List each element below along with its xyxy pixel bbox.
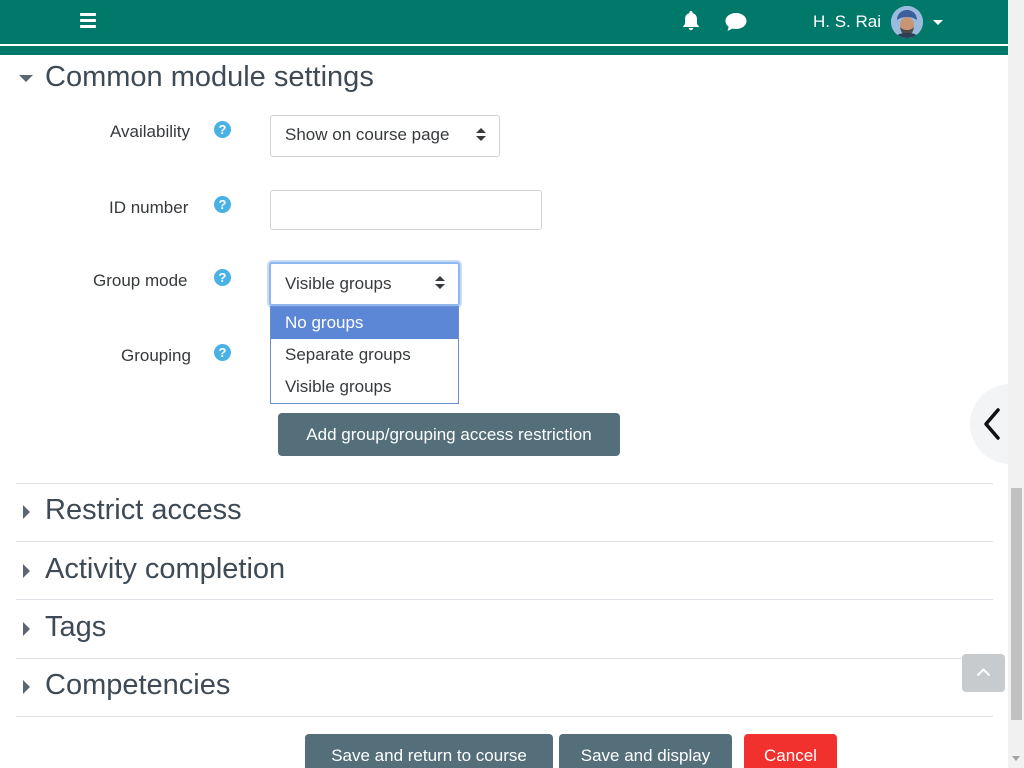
dropdown-option-separate-groups[interactable]: Separate groups: [271, 339, 458, 371]
save-and-display-button[interactable]: Save and display: [559, 734, 732, 768]
scroll-down-arrow-icon[interactable]: [1012, 756, 1020, 761]
bell-icon[interactable]: [679, 9, 703, 33]
top-navbar: H. S. Rai: [0, 0, 1008, 44]
scrollbar-thumb[interactable]: [1011, 488, 1022, 720]
id-number-input[interactable]: [270, 190, 542, 230]
help-icon[interactable]: ?: [214, 196, 231, 213]
section-divider: [16, 541, 993, 542]
avatar[interactable]: [891, 6, 924, 38]
section-collapsed-caret-icon[interactable]: [23, 505, 30, 519]
section-expanded-caret-icon[interactable]: [19, 75, 33, 82]
chevron-left-icon: [984, 408, 1000, 440]
dropdown-option-no-groups[interactable]: No groups: [271, 307, 458, 339]
section-collapsed-caret-icon[interactable]: [23, 680, 30, 694]
section-title-competencies[interactable]: Competencies: [45, 669, 230, 702]
select-arrows-icon: [435, 276, 445, 290]
group-mode-select[interactable]: Visible groups: [269, 262, 460, 306]
caret-down-icon[interactable]: [933, 19, 944, 25]
group-mode-dropdown-list: No groups Separate groups Visible groups: [270, 306, 459, 404]
help-icon[interactable]: ?: [214, 269, 231, 286]
section-divider: [16, 483, 993, 484]
select-arrows-icon: [476, 128, 486, 142]
dropdown-option-visible-groups[interactable]: Visible groups: [271, 371, 458, 403]
section-title-restrict-access[interactable]: Restrict access: [45, 494, 242, 527]
chevron-up-icon: [977, 668, 990, 676]
group-mode-select-value: Visible groups: [285, 274, 392, 293]
add-group-restriction-button[interactable]: Add group/grouping access restriction: [278, 413, 620, 456]
user-name[interactable]: H. S. Rai: [813, 12, 881, 32]
help-icon[interactable]: ?: [214, 344, 231, 361]
availability-label: Availability: [110, 122, 191, 141]
cancel-button[interactable]: Cancel: [744, 734, 837, 768]
group-mode-label: Group mode: [93, 271, 188, 290]
availability-select-value: Show on course page: [285, 125, 450, 144]
section-collapsed-caret-icon[interactable]: [23, 564, 30, 578]
section-title-activity-completion[interactable]: Activity completion: [45, 553, 285, 586]
user-menu[interactable]: H. S. Rai: [806, 6, 944, 38]
section-title-tags[interactable]: Tags: [45, 611, 106, 644]
hamburger-icon[interactable]: [78, 10, 100, 32]
back-to-top-button[interactable]: [962, 654, 1005, 692]
availability-select[interactable]: Show on course page: [270, 115, 500, 157]
section-title-common-module-settings[interactable]: Common module settings: [45, 61, 374, 94]
id-number-label: ID number: [109, 198, 189, 217]
section-divider: [16, 658, 993, 659]
save-and-return-button[interactable]: Save and return to course: [305, 734, 553, 768]
chat-bubble-icon[interactable]: [723, 10, 749, 34]
grouping-label: Grouping: [121, 346, 191, 365]
navbar-stripe: [0, 46, 1008, 55]
section-divider: [16, 716, 993, 717]
section-divider: [16, 599, 993, 600]
help-icon[interactable]: ?: [214, 121, 231, 138]
section-collapsed-caret-icon[interactable]: [23, 622, 30, 636]
